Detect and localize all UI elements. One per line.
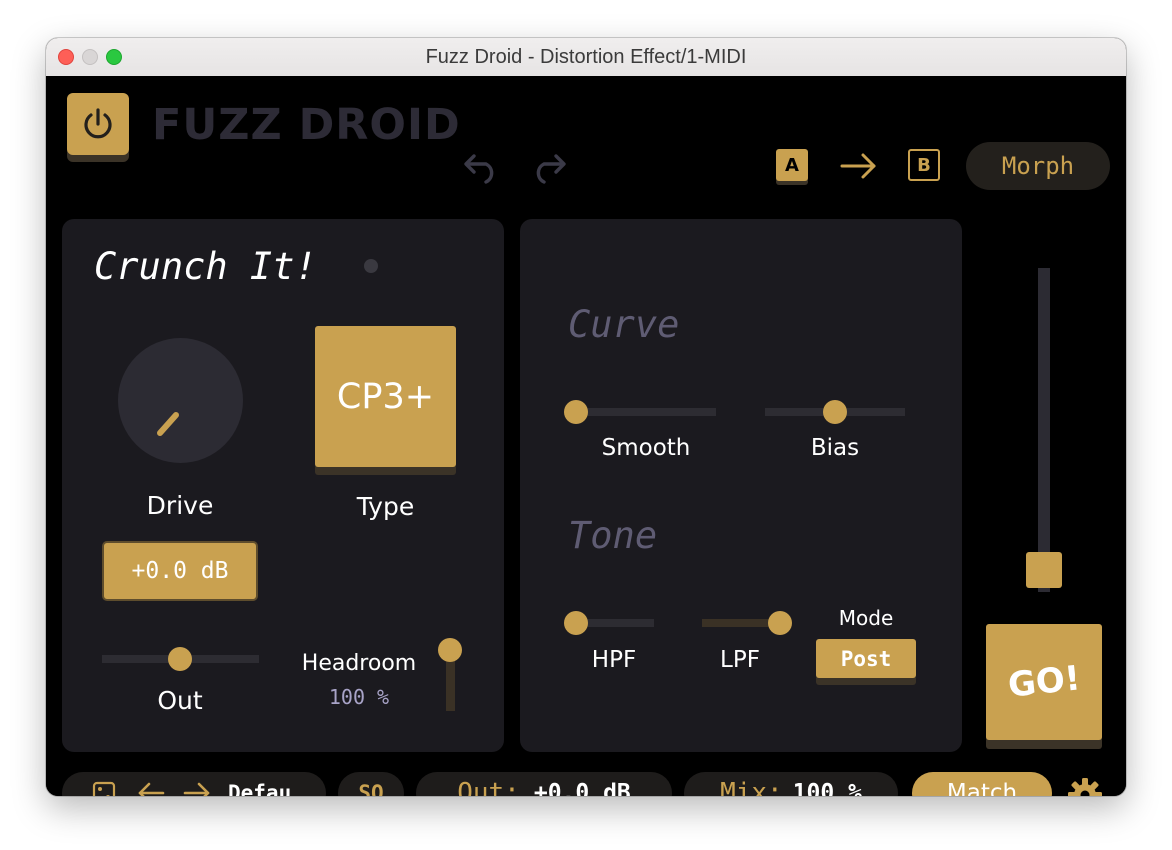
type-button[interactable]: CP3+ — [315, 326, 456, 467]
dice-icon — [92, 781, 116, 796]
output-gain-display[interactable]: Out: +0.0 dB — [416, 772, 672, 796]
settings-button[interactable] — [1066, 776, 1104, 796]
footer-mix-label: Mix: — [720, 778, 783, 796]
curve-section-title: Curve — [568, 303, 680, 346]
drive-label: Drive — [146, 491, 214, 520]
product-logo: FUZZ DROID — [152, 100, 461, 150]
title-bar: Fuzz Droid - Distortion Effect/1-MIDI — [46, 38, 1126, 77]
mode-button[interactable]: Post — [816, 639, 916, 678]
footer-preset-name[interactable]: Defau — [228, 772, 302, 796]
hpf-slider-thumb[interactable] — [564, 611, 588, 635]
headroom-label: Headroom — [301, 651, 417, 676]
next-preset-button[interactable] — [180, 778, 214, 796]
arrow-left-icon — [138, 782, 165, 796]
plugin-window: Fuzz Droid - Distortion Effect/1-MIDI FU… — [46, 38, 1126, 796]
lpf-slider-thumb[interactable] — [768, 611, 792, 635]
out-slider-thumb[interactable] — [168, 647, 192, 671]
undo-button[interactable] — [460, 146, 504, 186]
arrow-right-icon — [840, 153, 876, 179]
previous-preset-button[interactable] — [134, 778, 168, 796]
lpf-label: LPF — [720, 647, 760, 673]
drive-value-field[interactable]: +0.0 dB — [102, 541, 258, 601]
status-led — [364, 259, 378, 273]
drive-knob[interactable] — [118, 338, 243, 463]
smooth-label: Smooth — [601, 435, 691, 461]
hpf-label: HPF — [591, 647, 637, 673]
randomize-button[interactable] — [90, 779, 118, 796]
plugin-ui: FUZZ DROID A B Morph Crunch It! Drive +0… — [46, 76, 1126, 796]
footer-out-label: Out: — [457, 778, 520, 796]
headroom-slider-thumb[interactable] — [438, 638, 462, 662]
drive-panel: Crunch It! Drive +0.0 dB CP3+ Type Out H… — [62, 219, 504, 752]
headroom-value: 100 % — [328, 685, 390, 709]
go-button[interactable]: GO! — [986, 624, 1102, 740]
window-title: Fuzz Droid - Distortion Effect/1-MIDI — [425, 46, 747, 68]
smooth-slider-thumb[interactable] — [564, 400, 588, 424]
bias-label: Bias — [810, 435, 860, 461]
footer-out-value: +0.0 dB — [533, 780, 631, 796]
match-button[interactable]: Match — [912, 772, 1052, 796]
sq-button[interactable]: SQ — [338, 772, 404, 796]
gear-icon — [1068, 778, 1102, 796]
ab-a-button[interactable]: A — [776, 149, 808, 181]
power-button[interactable] — [67, 93, 129, 155]
mix-slider-track[interactable] — [1038, 268, 1050, 592]
redo-button[interactable] — [526, 146, 570, 186]
preset-title: Crunch It! — [94, 245, 317, 288]
smooth-slider-track[interactable] — [576, 408, 716, 416]
mix-display[interactable]: Mix: 100 % — [684, 772, 898, 796]
mode-label: Mode — [838, 606, 894, 630]
copy-a-to-b-button[interactable] — [836, 146, 882, 186]
undo-icon — [464, 154, 494, 184]
morph-button[interactable]: Morph — [966, 142, 1110, 190]
type-label: Type — [356, 492, 415, 521]
ab-b-button[interactable]: B — [908, 149, 940, 181]
arrow-right-icon — [183, 782, 210, 796]
mix-slider-thumb[interactable] — [1026, 552, 1062, 588]
bias-slider-thumb[interactable] — [823, 400, 847, 424]
power-icon — [84, 108, 112, 139]
out-label: Out — [157, 686, 203, 715]
shape-panel: Curve Smooth Bias Tone HPF LPF Mode Post — [520, 219, 962, 752]
redo-icon — [536, 154, 566, 184]
tone-section-title: Tone — [568, 514, 658, 557]
go-label: GO! — [1005, 658, 1083, 706]
footer-mix-value: 100 % — [792, 780, 862, 796]
knob-indicator — [157, 412, 179, 436]
preset-browser: Defau — [62, 772, 326, 796]
